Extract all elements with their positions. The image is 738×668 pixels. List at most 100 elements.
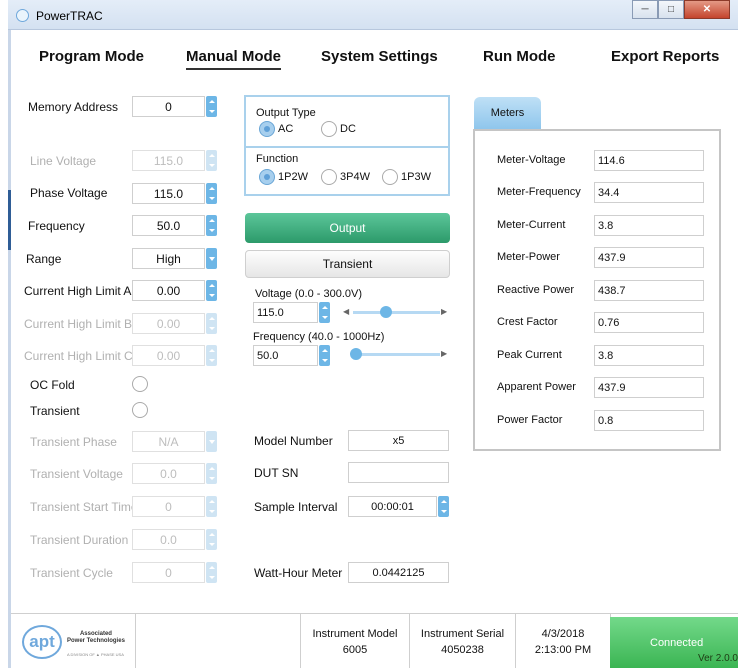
main-nav: Program Mode Manual Mode System Settings… [11, 36, 738, 76]
current-high-limit-b-input[interactable]: 0.00 [132, 313, 205, 334]
oc-fold-label: OC Fold [30, 378, 75, 392]
crest-factor-value: 0.76 [594, 312, 704, 333]
sample-interval-spinner[interactable] [438, 496, 449, 517]
company-logo: apt Associated Power Technologies A DIVI… [11, 614, 136, 668]
meter-power-label: Meter-Power [497, 251, 560, 263]
transient-voltage-spinner[interactable] [206, 463, 217, 484]
transient-start-time-spinner[interactable] [206, 496, 217, 517]
current-high-limit-c-label: Current High Limit C [24, 349, 133, 363]
transient-duration-input[interactable]: 0.0 [132, 529, 205, 550]
tab-meters[interactable]: Meters [474, 97, 541, 129]
apt-logo-icon: apt [22, 625, 62, 659]
memory-address-input[interactable]: 0 [132, 96, 205, 117]
model-number-label: Model Number [254, 434, 333, 448]
date-text: 4/3/2018 [541, 627, 585, 640]
range-select[interactable]: High [132, 248, 205, 269]
voltage-label: Voltage (0.0 - 300.0V) [255, 288, 363, 300]
radio-3p4w[interactable]: 3P4W [321, 169, 370, 185]
transient-button[interactable]: Transient [245, 250, 450, 278]
transient-phase-label: Transient Phase [30, 435, 117, 449]
radio-1p3w[interactable]: 1P3W [382, 169, 431, 185]
line-voltage-spinner[interactable] [206, 150, 217, 171]
window-title: PowerTRAC [36, 9, 103, 23]
dut-sn-input[interactable] [348, 462, 449, 483]
transient-toggle[interactable] [132, 402, 148, 418]
radio-unselected-icon [382, 169, 398, 185]
frequency-slider[interactable] [355, 353, 440, 356]
crest-factor-label: Crest Factor [497, 316, 558, 328]
radio-unselected-icon [321, 121, 337, 137]
oc-fold-toggle[interactable] [132, 376, 148, 392]
tab-run-mode[interactable]: Run Mode [483, 48, 556, 65]
output-type-group: Output Type AC DC [244, 95, 450, 148]
frequency-spinner[interactable] [206, 215, 217, 236]
current-high-limit-a-input[interactable]: 0.00 [132, 280, 205, 301]
model-number-input[interactable]: x5 [348, 430, 449, 451]
sample-interval-label: Sample Interval [254, 500, 338, 514]
frequency-slider-knob[interactable] [349, 348, 362, 360]
meter-power-value: 437.9 [594, 247, 704, 268]
frequency-value-spinner[interactable] [319, 345, 330, 366]
memory-address-spinner[interactable] [206, 96, 217, 117]
frequency-value-input[interactable]: 50.0 [253, 345, 318, 366]
connection-status: Connected Ver 2.0.0 [610, 617, 738, 668]
dut-sn-label: DUT SN [254, 466, 299, 480]
sample-interval-input[interactable]: 00:00:01 [348, 496, 437, 517]
window-edge-scroll [8, 190, 11, 250]
phase-voltage-label: Phase Voltage [30, 186, 108, 200]
radio-1p2w[interactable]: 1P2W [259, 169, 308, 185]
transient-cycle-input[interactable]: 0 [132, 562, 205, 583]
voltage-slider-knob[interactable] [380, 306, 393, 318]
transient-duration-spinner[interactable] [206, 529, 217, 550]
frequency-label: Frequency [28, 219, 85, 233]
frequency-slider-right-arrow[interactable]: ▶ [441, 349, 447, 358]
line-voltage-input[interactable]: 115.0 [132, 150, 205, 171]
transient-start-time-label: Transient Start Time [30, 500, 138, 514]
voltage-slider-left-arrow[interactable]: ◀ [343, 307, 349, 316]
instrument-model: Instrument Model 6005 [301, 614, 410, 668]
function-group: Function 1P2W 3P4W 1P3W [244, 146, 450, 196]
tab-system-settings[interactable]: System Settings [321, 48, 438, 65]
transient-start-time-input[interactable]: 0 [132, 496, 205, 517]
power-factor-value: 0.8 [594, 410, 704, 431]
chevron-down-icon[interactable] [206, 248, 217, 269]
meter-frequency-label: Meter-Frequency [497, 186, 581, 198]
phase-voltage-input[interactable]: 115.0 [132, 183, 205, 204]
window-left-edge [8, 30, 11, 668]
voltage-slider-right-arrow[interactable]: ▶ [441, 307, 447, 316]
tab-export-reports[interactable]: Export Reports [611, 48, 719, 65]
watt-hour-meter-value: 0.0442125 [348, 562, 449, 583]
voltage-slider[interactable] [353, 311, 440, 314]
output-button[interactable]: Output [245, 213, 450, 243]
close-button[interactable]: ✕ [684, 0, 730, 19]
radio-ac[interactable]: AC [259, 121, 293, 137]
maximize-button[interactable]: □ [658, 0, 684, 19]
current-high-limit-b-label: Current High Limit B [24, 317, 133, 331]
meter-frequency-value: 34.4 [594, 182, 704, 203]
current-high-limit-b-spinner[interactable] [206, 313, 217, 334]
radio-1p3w-label: 1P3W [401, 171, 431, 183]
frequency-slider-label: Frequency (40.0 - 1000Hz) [253, 331, 385, 343]
radio-selected-icon [259, 169, 275, 185]
frequency-input[interactable]: 50.0 [132, 215, 205, 236]
transient-phase-select[interactable]: N/A [132, 431, 205, 452]
phase-voltage-spinner[interactable] [206, 183, 217, 204]
radio-dc[interactable]: DC [321, 121, 356, 137]
instrument-model-value: 6005 [342, 643, 368, 656]
current-high-limit-c-spinner[interactable] [206, 345, 217, 366]
transient-voltage-input[interactable]: 0.0 [132, 463, 205, 484]
reactive-power-label: Reactive Power [497, 284, 575, 296]
current-high-limit-a-spinner[interactable] [206, 280, 217, 301]
power-factor-label: Power Factor [497, 414, 563, 426]
voltage-spinner[interactable] [319, 302, 330, 323]
transient-label: Transient [30, 404, 80, 418]
minimize-button[interactable]: ─ [632, 0, 658, 19]
output-type-title: Output Type [256, 107, 316, 119]
voltage-input[interactable]: 115.0 [253, 302, 318, 323]
tab-manual-mode[interactable]: Manual Mode [186, 48, 282, 70]
tab-program-mode[interactable]: Program Mode [39, 48, 144, 65]
current-high-limit-c-input[interactable]: 0.00 [132, 345, 205, 366]
chevron-down-icon[interactable] [206, 431, 217, 452]
transient-cycle-spinner[interactable] [206, 562, 217, 583]
meter-current-value: 3.8 [594, 215, 704, 236]
